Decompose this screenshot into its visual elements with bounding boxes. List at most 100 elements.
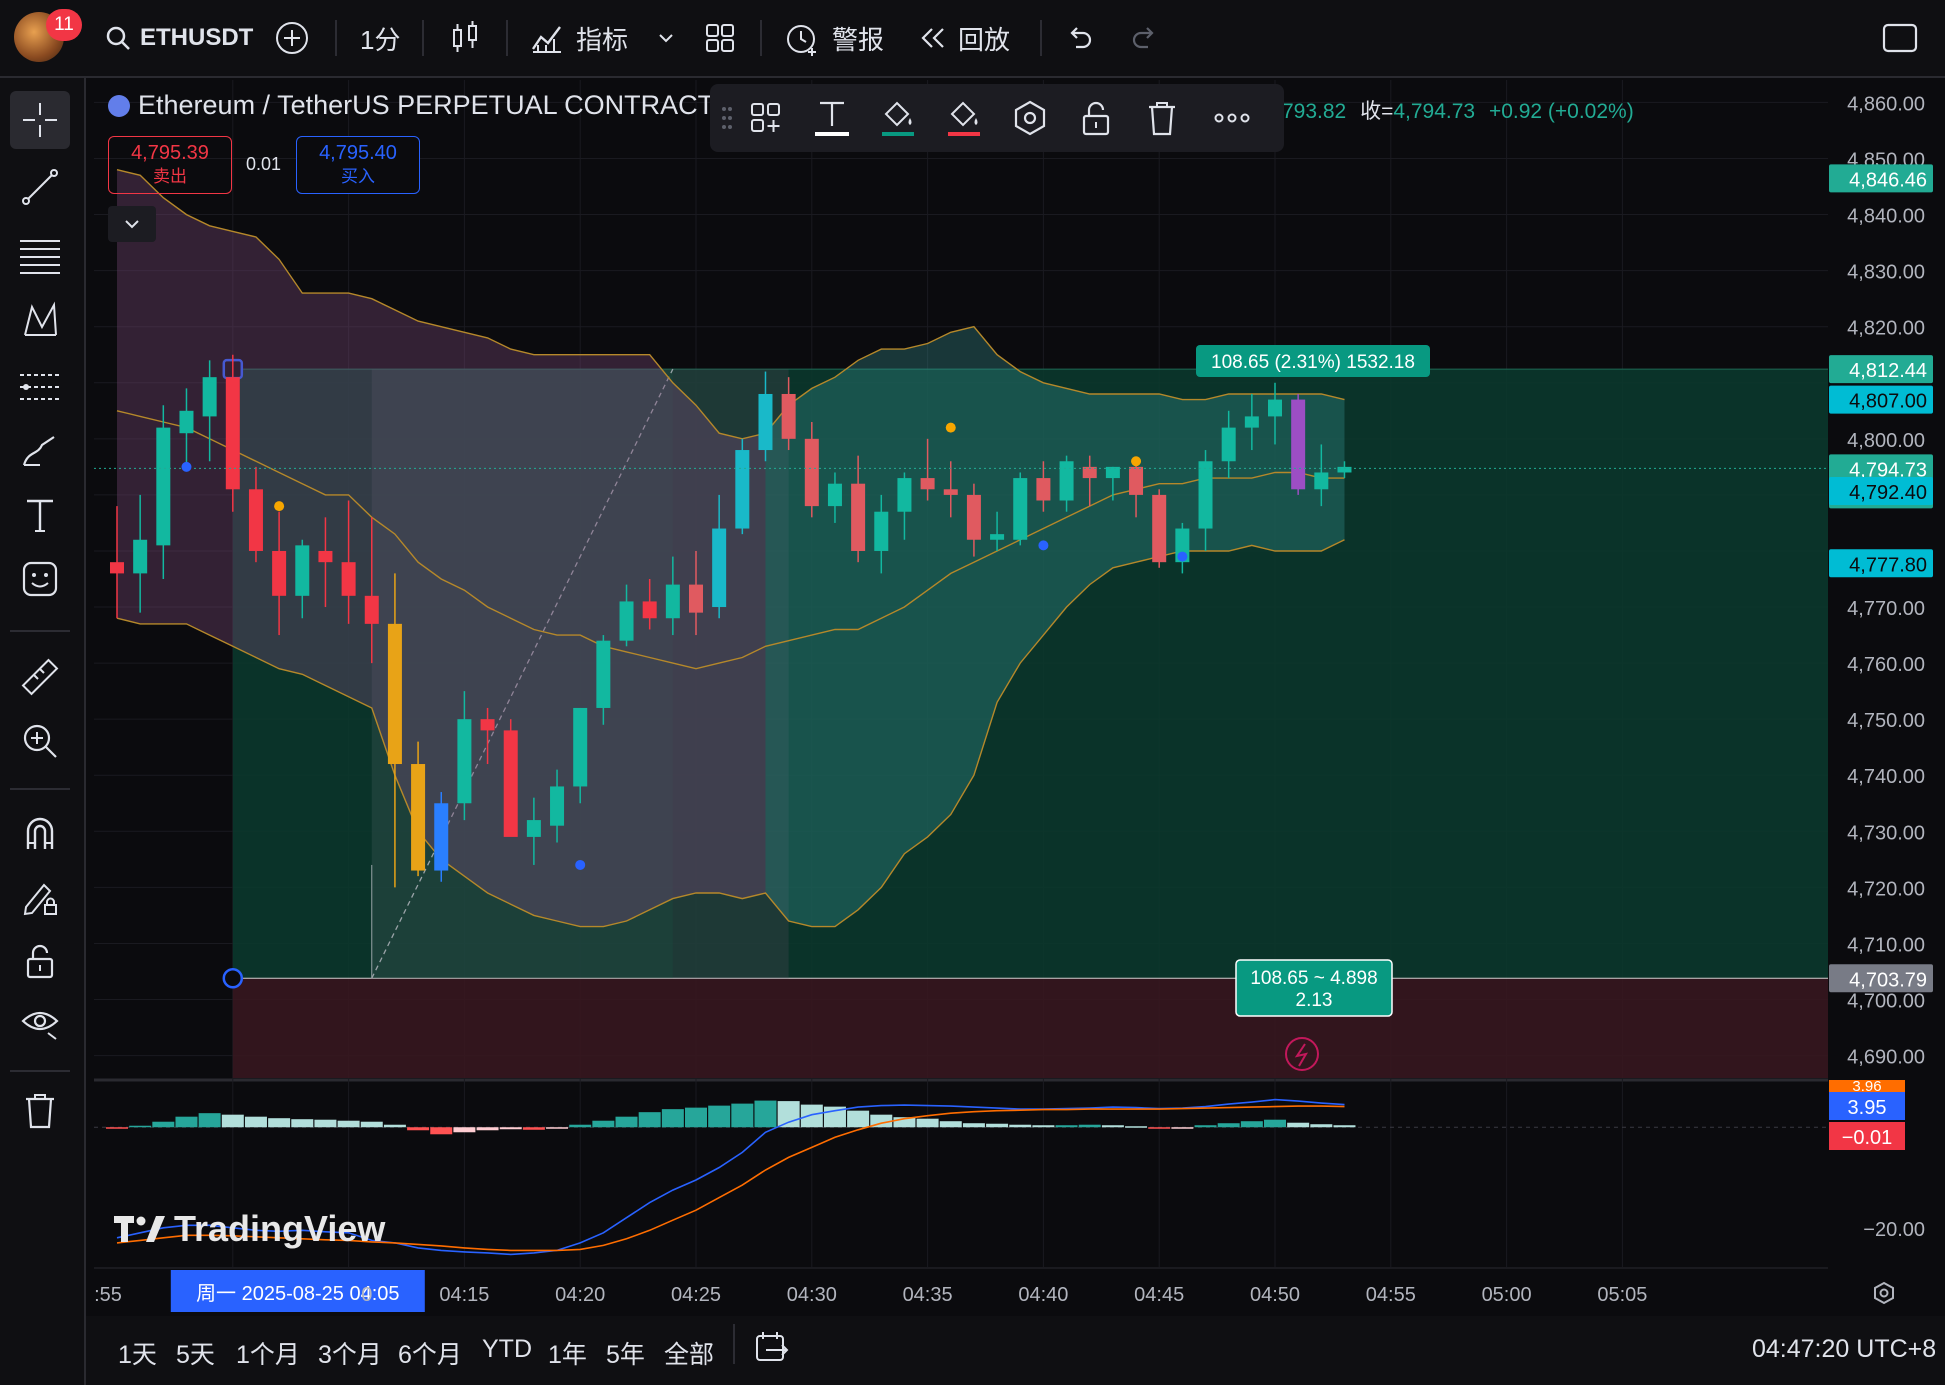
candle-body[interactable]: [851, 483, 866, 551]
chart-type-button[interactable]: [450, 14, 480, 62]
remove-drawings-tool[interactable]: [10, 1082, 70, 1140]
compare-symbol-button[interactable]: [274, 14, 310, 62]
alerts-button[interactable]: 警报: [784, 14, 884, 62]
candle-body[interactable]: [758, 393, 773, 451]
drag-handle[interactable]: [716, 96, 738, 140]
range-button-2[interactable]: 1个月: [236, 1335, 300, 1371]
symbol-search-button[interactable]: ETHUSDT: [104, 14, 253, 62]
candle-body[interactable]: [480, 719, 495, 731]
candle-body[interactable]: [179, 410, 194, 434]
icons-tool[interactable]: [10, 550, 70, 608]
text-tool[interactable]: [10, 486, 70, 544]
candle-body[interactable]: [827, 483, 842, 507]
candle-body[interactable]: [1244, 416, 1259, 428]
legend-collapse-button[interactable]: [108, 206, 156, 242]
measure-tool[interactable]: [10, 648, 70, 706]
layout-templates-button[interactable]: [704, 14, 736, 62]
candle-body[interactable]: [1268, 399, 1282, 417]
indicators-dropdown[interactable]: [656, 14, 676, 62]
candle-body[interactable]: [1036, 478, 1051, 501]
sell-button[interactable]: 4,795.39 卖出: [108, 136, 232, 194]
candle-body[interactable]: [503, 730, 518, 837]
symbol-legend[interactable]: Ethereum / TetherUS PERPETUAL CONTRACT: [108, 90, 714, 121]
crosshair-tool[interactable]: [10, 91, 70, 149]
goto-date-button[interactable]: [754, 1330, 790, 1371]
replay-button[interactable]: 回放: [918, 14, 1010, 62]
clock-timezone[interactable]: 04:47:20 UTC+8: [1752, 1335, 1936, 1364]
more-button[interactable]: [1210, 96, 1254, 140]
candle-body[interactable]: [248, 489, 263, 551]
candle-body[interactable]: [804, 438, 819, 507]
range-button-1[interactable]: 5天: [176, 1335, 215, 1371]
candle-body[interactable]: [1198, 461, 1213, 529]
fib-tool[interactable]: [10, 226, 70, 284]
candle-body[interactable]: [1291, 399, 1306, 490]
candle-body[interactable]: [318, 550, 333, 563]
tradingview-watermark[interactable]: TradingView: [112, 1208, 385, 1250]
price-chart[interactable]: 4,860.004,850.004,840.004,830.004,820.00…: [0, 0, 1945, 1385]
hide-drawings-tool[interactable]: [10, 994, 70, 1052]
candle-body[interactable]: [411, 764, 426, 871]
zoom-in-tool[interactable]: [10, 712, 70, 770]
stop-zone[interactable]: [232, 978, 1828, 1078]
candle-body[interactable]: [735, 450, 750, 529]
candle-body[interactable]: [920, 478, 935, 490]
candle-body[interactable]: [897, 478, 912, 512]
lock-all-tool[interactable]: [10, 932, 70, 990]
candle-body[interactable]: [1129, 466, 1144, 495]
candle-body[interactable]: [966, 494, 981, 540]
candle-body[interactable]: [110, 562, 124, 574]
candle-body[interactable]: [1059, 461, 1074, 501]
candle-body[interactable]: [1105, 466, 1120, 479]
candle-body[interactable]: [874, 511, 889, 551]
candle-body[interactable]: [526, 820, 541, 837]
candle-body[interactable]: [596, 640, 611, 708]
candle-body[interactable]: [1221, 427, 1236, 462]
forecast-tool[interactable]: [10, 358, 70, 416]
candle-body[interactable]: [225, 377, 240, 490]
brush-tool[interactable]: [10, 422, 70, 480]
redo-button[interactable]: [1130, 14, 1160, 62]
interval-button[interactable]: 1分: [360, 14, 400, 62]
lock-button[interactable]: [1074, 96, 1118, 140]
candle-body[interactable]: [202, 377, 217, 417]
range-button-5[interactable]: YTD: [482, 1335, 532, 1364]
trend-line-tool[interactable]: [10, 158, 70, 216]
candle-body[interactable]: [781, 393, 796, 439]
range-button-7[interactable]: 5年: [606, 1335, 645, 1371]
undo-button[interactable]: [1064, 14, 1094, 62]
candle-body[interactable]: [990, 534, 1005, 540]
settings-button[interactable]: [1008, 96, 1052, 140]
candle-body[interactable]: [712, 528, 727, 608]
candle-body[interactable]: [434, 803, 449, 871]
candle-body[interactable]: [619, 601, 634, 641]
loss-fill-button[interactable]: [942, 96, 986, 140]
candle-body[interactable]: [156, 427, 171, 546]
candle-body[interactable]: [364, 595, 379, 624]
buy-button[interactable]: 4,795.40 买入: [296, 136, 420, 194]
candle-body[interactable]: [943, 489, 958, 495]
drag-handle-bottom[interactable]: [222, 968, 244, 989]
range-button-0[interactable]: 1天: [118, 1335, 157, 1371]
range-button-8[interactable]: 全部: [664, 1335, 714, 1371]
candle-body[interactable]: [295, 545, 310, 596]
candle-body[interactable]: [573, 707, 588, 787]
candle-body[interactable]: [1152, 494, 1167, 563]
candle-body[interactable]: [665, 584, 680, 619]
range-button-6[interactable]: 1年: [548, 1335, 587, 1371]
magnet-tool[interactable]: [10, 804, 70, 862]
candle-body[interactable]: [272, 550, 287, 596]
candle-body[interactable]: [1013, 478, 1028, 540]
pattern-tool[interactable]: [10, 292, 70, 350]
range-button-3[interactable]: 3个月: [318, 1335, 382, 1371]
fullscreen-button[interactable]: [1882, 14, 1918, 62]
candle-body[interactable]: [642, 601, 657, 619]
candle-body[interactable]: [550, 786, 565, 826]
candle-body[interactable]: [689, 584, 703, 613]
candle-body[interactable]: [133, 539, 148, 574]
indicators-button[interactable]: 指标: [530, 14, 628, 62]
candle-body[interactable]: [457, 719, 472, 804]
candle-body[interactable]: [1337, 466, 1352, 473]
candle-body[interactable]: [387, 623, 402, 765]
profit-fill-button[interactable]: [876, 96, 920, 140]
